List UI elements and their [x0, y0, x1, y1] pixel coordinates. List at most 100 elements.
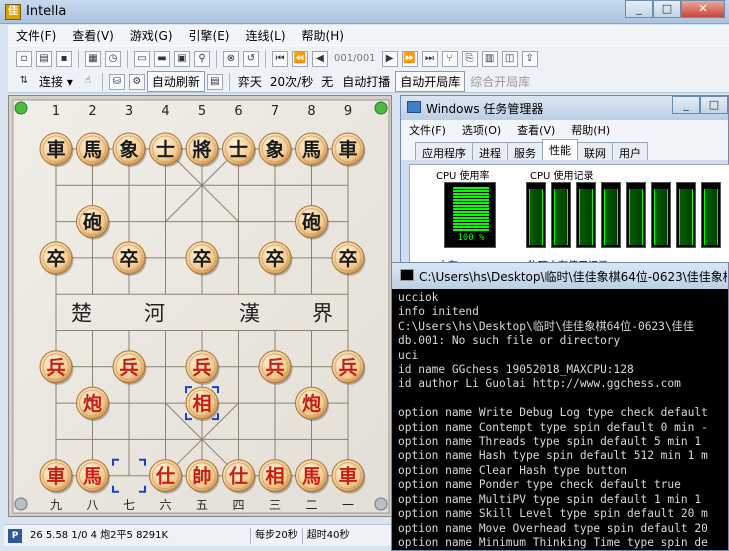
console-line: option name Hash type spin default 512 m… — [398, 449, 708, 463]
last-move-icon[interactable]: ⏭ — [421, 50, 438, 67]
hand-icon[interactable]: ☝ — [80, 74, 96, 90]
piece-label: 卒 — [119, 247, 138, 270]
library-icon[interactable]: ◫ — [501, 50, 518, 67]
piece-label: 相 — [192, 393, 211, 415]
xiangqi-board[interactable]: 1 2 3 4 5 6 7 8 9九八七六五四三二一 楚河漢界 車馬象士將士象馬車砲 砲卒卒卒卒卒… — [9, 96, 393, 518]
task-manager-tabs: 应用程序 进程 服务 性能 联网 用户 — [401, 138, 728, 160]
magnifier-icon[interactable]: ⚲ — [194, 50, 210, 67]
tab-services[interactable]: 服务 — [507, 142, 543, 160]
auto-hit-button[interactable]: 自动打播 — [337, 71, 395, 92]
minimize-button[interactable]: _ — [625, 0, 653, 18]
cpu-core-history — [601, 182, 621, 248]
auto-open-button[interactable]: 自动开局库 — [395, 71, 466, 92]
menu-game[interactable]: 游戏(G) — [122, 25, 181, 45]
move-position: 001/001 — [334, 53, 376, 64]
monitor-icon[interactable]: ▣ — [174, 50, 190, 67]
corner-led-bottom-left — [14, 497, 28, 511]
tm-menu-help[interactable]: 帮助(H) — [563, 120, 618, 138]
connect-dropdown[interactable]: 连接 ▾ — [34, 71, 78, 92]
cpu-history-label: CPU 使用记录 — [528, 167, 596, 182]
app-icon: 佳 — [5, 4, 21, 20]
tm-menu-options[interactable]: 选项(O) — [454, 120, 509, 138]
menu-file[interactable]: 文件(F) — [8, 25, 64, 45]
toolbar-divider — [228, 72, 230, 91]
console-output[interactable]: ucciok info initend C:\Users\hs\Desktop\临时… — [398, 291, 728, 550]
piece-label: 砲 — [302, 212, 321, 234]
status-icon: P — [8, 528, 22, 543]
save-icon[interactable]: ▪ — [56, 50, 72, 67]
piece-label: 相 — [265, 466, 284, 488]
auto-refresh-button[interactable]: 自动刷新 — [146, 71, 205, 92]
corner-led-bottom-right — [374, 497, 388, 511]
tm-menu-file[interactable]: 文件(F) — [401, 120, 454, 138]
next-move-icon[interactable]: ▶ — [381, 50, 398, 67]
tm-maximize-button[interactable]: □ — [700, 96, 728, 114]
menu-view[interactable]: 查看(V) — [64, 25, 122, 45]
tab-processes[interactable]: 进程 — [472, 142, 508, 160]
cpu-core-history-trace — [579, 189, 593, 245]
piece-label: 卒 — [265, 247, 284, 270]
prev-move-icon[interactable]: ◀ — [312, 50, 328, 67]
toolbar-divider — [265, 49, 266, 68]
cpu-core-history-trace — [529, 189, 543, 245]
undo-icon[interactable]: ↺ — [243, 50, 259, 67]
menu-help[interactable]: 帮助(H) — [294, 25, 352, 45]
console-titlebar[interactable]: C:\Users\hs\Desktop\临时\佳佳象棋64位-0623\佳佳象棋… — [392, 263, 728, 289]
mode-label[interactable]: 弈天 — [234, 73, 266, 90]
clock-icon[interactable]: ◷ — [105, 50, 121, 67]
next-fast-icon[interactable]: ⏩ — [401, 50, 418, 67]
stop-icon[interactable]: ⊗ — [223, 50, 239, 67]
board-setup-icon[interactable]: ▦ — [85, 50, 101, 67]
new-file-icon[interactable]: ▫ — [16, 50, 32, 67]
menu-engine[interactable]: 引擎(E) — [181, 25, 238, 45]
window-icon[interactable]: ▬ — [154, 50, 170, 67]
screen-icon[interactable]: ▭ — [134, 50, 150, 67]
cylinder-icon[interactable]: ⛁ — [108, 73, 125, 90]
toolbar-divider — [127, 49, 128, 68]
tab-performance[interactable]: 性能 — [542, 139, 578, 160]
file-number-top: 7 — [271, 104, 279, 119]
file-number-top: 2 — [88, 104, 96, 119]
branch-icon[interactable]: ⑂ — [441, 50, 458, 67]
copy-icon[interactable]: ⎘ — [461, 50, 478, 67]
console-line: option name Threads type spin default 5 … — [398, 435, 702, 449]
cpu-core-history — [676, 182, 696, 248]
piece-label: 馬 — [83, 466, 102, 488]
gear-icon[interactable]: ⚙ — [128, 73, 145, 90]
open-folder-icon[interactable]: ▤ — [36, 50, 52, 67]
combined-open-button[interactable]: 综合开局库 — [465, 71, 535, 92]
piece-label: 仕 — [155, 465, 175, 488]
tm-menu-view[interactable]: 查看(V) — [509, 120, 563, 138]
piece-label: 炮 — [83, 392, 102, 415]
export-icon[interactable]: ⇪ — [521, 50, 538, 67]
file-number-bottom: 一 — [342, 498, 354, 512]
tab-applications[interactable]: 应用程序 — [415, 142, 473, 160]
menu-connect[interactable]: 连线(L) — [237, 25, 293, 45]
paste-icon[interactable]: ▥ — [481, 50, 498, 67]
corner-led-top-right — [374, 101, 388, 115]
console-line: option name Write Debug Log type check d… — [398, 406, 708, 420]
tm-minimize-button[interactable]: _ — [672, 96, 700, 114]
console-line: option name MultiPV type spin default 1 … — [398, 492, 702, 506]
first-move-icon[interactable]: ⏮ — [272, 50, 288, 67]
task-manager-window: Windows 任务管理器 _ □ 文件(F) 选项(O) 查看(V) 帮助(H… — [400, 95, 729, 272]
piece-label: 車 — [46, 138, 65, 161]
window-title: Intella — [26, 4, 67, 19]
cpu-core-history — [576, 182, 596, 248]
cpu-core-history — [701, 182, 721, 248]
cpu-usage-fill — [453, 187, 489, 231]
piece-label: 兵 — [46, 357, 65, 379]
tab-users[interactable]: 用户 — [612, 142, 648, 160]
title-bar[interactable]: 佳 Intella _ □ ✕ — [0, 0, 729, 24]
doc-icon[interactable]: ▤ — [206, 73, 223, 90]
connect-label: 连接 — [39, 75, 64, 89]
tab-networking[interactable]: 联网 — [577, 142, 613, 160]
close-button[interactable]: ✕ — [681, 0, 725, 18]
prev-fast-icon[interactable]: ⏪ — [292, 50, 308, 67]
none-label[interactable]: 无 — [317, 73, 337, 90]
speed-label[interactable]: 20次/秒 — [266, 73, 317, 90]
task-manager-titlebar[interactable]: Windows 任务管理器 _ □ — [401, 96, 728, 120]
console-line: ucciok — [398, 291, 439, 304]
file-number-top: 1 — [52, 104, 60, 119]
maximize-button[interactable]: □ — [653, 0, 681, 18]
